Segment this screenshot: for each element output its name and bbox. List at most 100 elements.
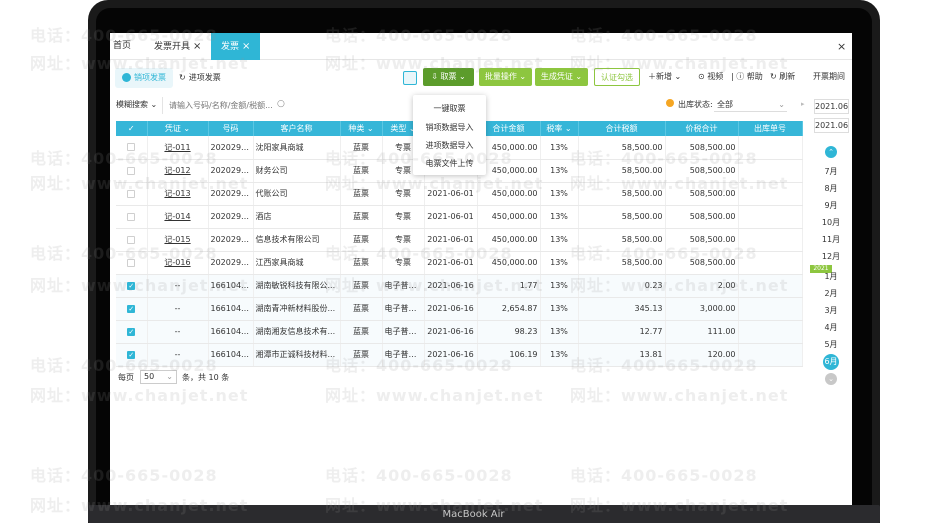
video-button[interactable]: ⊙ 视频 — [698, 71, 723, 82]
month-item[interactable]: 9月 — [810, 200, 852, 211]
start-date-input[interactable]: 2021.06 — [814, 99, 849, 114]
month-item[interactable]: 3月 — [810, 305, 852, 316]
subtab-purchase-invoice[interactable]: ↻ 进项发票 — [172, 68, 228, 88]
row-checkbox[interactable]: ✓ — [127, 304, 136, 313]
qrcode-icon[interactable] — [403, 71, 417, 85]
close-window-icon[interactable]: × — [837, 33, 846, 60]
row-checkbox-cell[interactable] — [116, 159, 148, 183]
search-icon[interactable]: ○ — [277, 99, 285, 109]
play-icon: ⊙ — [698, 72, 708, 81]
month-item[interactable]: 1月 — [810, 271, 852, 282]
pdf-icon[interactable]: ▤ — [418, 281, 423, 290]
table-row[interactable]: ✓ -- 16610440湖南青冲新材料股份...蓝票电子普票▤2021-06-16… — [116, 297, 803, 321]
end-date-input[interactable]: 2021.06 — [814, 118, 849, 133]
voucher-link[interactable]: 记-011 — [164, 143, 190, 152]
column-header[interactable]: 凭证 ⌄ — [147, 121, 209, 136]
tab-home[interactable]: 首页 — [113, 33, 131, 60]
row-checkbox-cell[interactable]: ✓ — [116, 343, 148, 367]
chevron-up-icon[interactable]: ⌃ — [825, 146, 837, 158]
row-checkbox[interactable] — [127, 235, 136, 244]
tax-rate: 13% — [540, 251, 579, 275]
batch-operation-button[interactable]: 批量操作 ⌄ — [479, 68, 532, 86]
row-checkbox-cell[interactable] — [116, 205, 148, 229]
page-size-select[interactable]: 50 ⌄ — [140, 370, 177, 384]
month-item[interactable]: 12月 — [810, 251, 852, 262]
month-item[interactable]: 11月 — [810, 234, 852, 245]
row-checkbox-cell[interactable]: ✓ — [116, 297, 148, 321]
tab-invoice[interactable]: 发票 × — [211, 33, 261, 60]
add-button[interactable]: ＋新增 ⌄ — [648, 71, 681, 82]
chevron-down-icon[interactable]: ⌄ — [825, 373, 837, 385]
pdf-icon[interactable]: ▤ — [418, 327, 423, 336]
voucher-empty: -- — [174, 281, 181, 290]
help-button[interactable]: | ⓘ 帮助 — [731, 71, 763, 82]
status-select[interactable]: 全部 ⌄ — [714, 97, 787, 112]
search-input[interactable] — [162, 97, 290, 114]
row-checkbox-cell[interactable] — [116, 182, 148, 206]
column-header[interactable]: 税率 ⌄ — [540, 121, 579, 136]
table-row[interactable]: 记-014 20202987 酒店 蓝票 专票 2021-06-01 450,000.00 1… — [116, 205, 803, 229]
table-row[interactable]: ✓ -- 16610442湘潭市正诚科技材料...蓝票电子普票▤2021-06-16… — [116, 343, 803, 367]
invoice-date: 2021-06-01 — [424, 251, 478, 275]
menu-item-sales-import[interactable]: 销项数据导入 — [413, 122, 486, 133]
month-item[interactable]: 5月 — [810, 339, 852, 350]
voucher-link[interactable]: 记-014 — [164, 212, 190, 221]
row-checkbox[interactable]: ✓ — [127, 350, 136, 359]
search-mode-select[interactable]: 模糊搜索 ⌄ — [116, 99, 157, 110]
fetch-invoice-button[interactable]: ⇩ 取票 ⌄ — [423, 68, 474, 86]
total-count: 条，共 10 条 — [182, 373, 230, 382]
month-item[interactable]: 4月 — [810, 322, 852, 333]
tab-invoice-issue[interactable]: 发票开具 × — [154, 33, 201, 60]
voucher-link[interactable]: 记-012 — [164, 166, 190, 175]
voucher-link[interactable]: 记-015 — [164, 235, 190, 244]
month-item[interactable]: 10月 — [810, 217, 852, 228]
total-with-tax: 508,500.00 — [665, 136, 739, 160]
row-checkbox-cell[interactable]: ✓ — [116, 320, 148, 344]
refresh-button[interactable]: ↻ 刷新 — [770, 71, 795, 82]
close-icon[interactable]: × — [242, 41, 250, 52]
select-all-checkbox[interactable]: ✓ — [116, 121, 148, 136]
row-checkbox[interactable] — [127, 189, 136, 198]
period-button[interactable]: 开票期间 — [813, 71, 845, 82]
menu-item-one-click-fetch[interactable]: 一键取票 — [413, 103, 486, 114]
voucher-link[interactable]: 记-016 — [164, 258, 190, 267]
invoice-type-cell: 电子普票▤ — [382, 343, 425, 367]
close-icon[interactable]: × — [193, 41, 201, 52]
menu-item-file-upload[interactable]: 电票文件上传 — [413, 158, 486, 169]
month-item[interactable]: 8月 — [810, 183, 852, 194]
warehouse-number — [738, 297, 803, 321]
chevron-down-icon: ⌄ — [180, 124, 191, 133]
collapse-icon[interactable]: ▸ — [801, 100, 805, 108]
pdf-icon[interactable]: ▤ — [418, 350, 423, 359]
column-header[interactable]: 种类 ⌄ — [340, 121, 383, 136]
row-checkbox[interactable]: ✓ — [127, 327, 136, 336]
table-row[interactable]: 记-016 20202989 江西家具商城 蓝票 专票 2021-06-01 450,000… — [116, 251, 803, 275]
invoice-type: 专票 — [395, 166, 411, 175]
row-checkbox[interactable] — [127, 258, 136, 267]
row-checkbox-cell[interactable] — [116, 251, 148, 275]
table-row[interactable]: ✓ -- 16610439湖南敏锐科技有限公...蓝票电子普票▤2021-06-16… — [116, 274, 803, 298]
row-checkbox-cell[interactable]: ✓ — [116, 274, 148, 298]
menu-item-purchase-import[interactable]: 进项数据导入 — [413, 140, 486, 151]
table-row[interactable]: 记-015 20202988 信息技术有限公司 蓝票 专票 2021-06-01 450,0… — [116, 228, 803, 252]
subtab-sales-invoice[interactable]: 销项发票 — [115, 68, 173, 88]
pdf-icon[interactable]: ▤ — [418, 304, 423, 313]
certify-select-button[interactable]: 认证勾选 — [594, 68, 640, 86]
voucher-link[interactable]: 记-013 — [164, 189, 190, 198]
invoice-type: 专票 — [395, 212, 411, 221]
warehouse-number — [738, 251, 803, 275]
row-checkbox[interactable] — [127, 166, 136, 175]
row-checkbox[interactable] — [127, 212, 136, 221]
month-item[interactable]: 7月 — [810, 166, 852, 177]
row-checkbox-cell[interactable] — [116, 136, 148, 160]
generate-voucher-button[interactable]: 生成凭证 ⌄ — [535, 68, 588, 86]
month-item[interactable]: 2月 — [810, 288, 852, 299]
row-checkbox[interactable]: ✓ — [127, 281, 136, 290]
invoice-type: 专票 — [395, 189, 411, 198]
invoice-kind: 蓝票 — [340, 320, 383, 344]
row-checkbox[interactable] — [127, 143, 136, 152]
month-item-selected[interactable]: 6月 — [823, 354, 839, 370]
table-row[interactable]: 记-013 20202986 代账公司 蓝票 专票 2021-06-01 450,000.0… — [116, 182, 803, 206]
row-checkbox-cell[interactable] — [116, 228, 148, 252]
table-row[interactable]: ✓ -- 16610441湖南湘友信息技术有...蓝票电子普票▤2021-06-16… — [116, 320, 803, 344]
